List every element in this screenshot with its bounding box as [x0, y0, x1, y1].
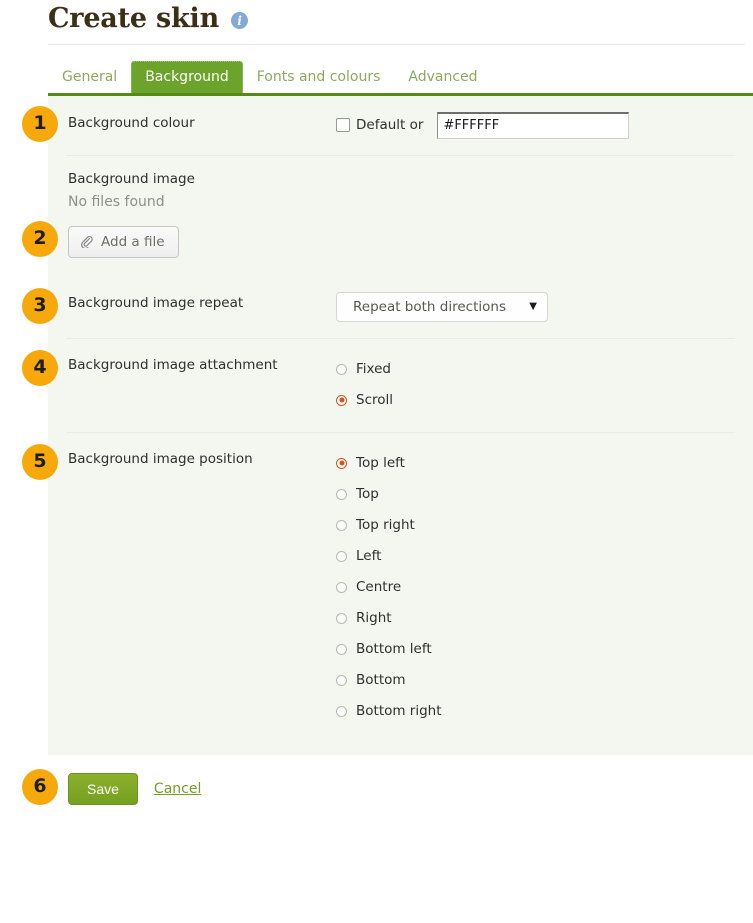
row-background-image-position: 5 Background image position Top left Top…: [48, 432, 753, 749]
radio-icon: [336, 520, 347, 531]
radio-label: Top left: [356, 455, 405, 471]
radio-icon: [336, 582, 347, 593]
default-colour-checkbox[interactable]: [336, 118, 350, 132]
info-icon[interactable]: i: [231, 12, 248, 29]
radio-position-top[interactable]: Top: [336, 479, 745, 510]
default-colour-label: Default or: [356, 117, 423, 133]
tab-fonts-and-colours[interactable]: Fonts and colours: [243, 61, 395, 93]
row-background-image: 2 Background image No files found Add a …: [48, 155, 753, 276]
tab-general[interactable]: General: [48, 61, 131, 93]
page-header: Create skin i: [0, 0, 753, 44]
radio-icon: [336, 489, 347, 500]
radio-icon: [336, 675, 347, 686]
callout-badge-4: 4: [22, 350, 58, 386]
radio-label: Top: [356, 486, 379, 502]
row-background-image-attachment: 4 Background image attachment Fixed Scro…: [48, 338, 753, 432]
radio-label: Bottom right: [356, 703, 442, 719]
callout-badge-1: 1: [22, 106, 58, 142]
radio-label: Bottom: [356, 672, 406, 688]
callout-badge-3: 3: [22, 288, 58, 324]
radio-label: Left: [356, 548, 381, 564]
field-background-image-repeat: Repeat both directions ▼: [336, 292, 745, 322]
radio-label: Bottom left: [356, 641, 432, 657]
radio-attachment-scroll[interactable]: Scroll: [336, 385, 745, 416]
radio-label: Centre: [356, 579, 401, 595]
radio-icon-selected: [336, 458, 347, 469]
radio-icon: [336, 644, 347, 655]
add-a-file-label: Add a file: [101, 234, 165, 250]
chevron-down-icon: ▼: [529, 301, 537, 312]
radio-position-bottom-right[interactable]: Bottom right: [336, 696, 745, 727]
radio-position-top-left[interactable]: Top left: [336, 448, 745, 479]
background-image-repeat-value: Repeat both directions: [353, 299, 506, 315]
radio-icon-selected: [336, 395, 347, 406]
no-files-found-text: No files found: [68, 194, 745, 210]
radio-icon: [336, 613, 347, 624]
radio-icon: [336, 364, 347, 375]
radio-position-centre[interactable]: Centre: [336, 572, 745, 603]
attachment-radio-group: Fixed Scroll: [336, 354, 745, 416]
radio-position-top-right[interactable]: Top right: [336, 510, 745, 541]
paperclip-icon: [80, 235, 93, 248]
radio-label: Scroll: [356, 392, 393, 408]
radio-label: Fixed: [356, 361, 391, 377]
tab-bar: General Background Fonts and colours Adv…: [48, 45, 753, 96]
background-colour-input[interactable]: [437, 112, 629, 139]
radio-attachment-fixed[interactable]: Fixed: [336, 354, 745, 385]
tab-background[interactable]: Background: [131, 61, 243, 93]
row-background-colour: 1 Background colour Default or: [48, 96, 753, 155]
label-background-image-position: Background image position: [68, 448, 336, 468]
field-background-image-position: Top left Top Top right Left Centre: [336, 448, 745, 727]
label-background-image-attachment: Background image attachment: [68, 354, 336, 374]
radio-icon: [336, 551, 347, 562]
background-image-repeat-select[interactable]: Repeat both directions ▼: [336, 292, 548, 322]
radio-position-right[interactable]: Right: [336, 603, 745, 634]
label-background-colour: Background colour: [68, 112, 336, 132]
field-background-colour: Default or: [336, 112, 745, 139]
callout-badge-5: 5: [22, 444, 58, 480]
row-background-image-repeat: 3 Background image repeat Repeat both di…: [48, 276, 753, 338]
radio-position-bottom[interactable]: Bottom: [336, 665, 745, 696]
form-actions: 6 Save Cancel: [48, 755, 753, 805]
callout-badge-6: 6: [22, 769, 58, 805]
field-background-image-attachment: Fixed Scroll: [336, 354, 745, 416]
save-button[interactable]: Save: [68, 773, 138, 805]
radio-label: Right: [356, 610, 392, 626]
callout-badge-2: 2: [22, 221, 58, 257]
add-a-file-button[interactable]: Add a file: [68, 226, 179, 258]
page-title: Create skin: [48, 4, 219, 34]
radio-position-left[interactable]: Left: [336, 541, 745, 572]
cancel-link[interactable]: Cancel: [154, 781, 201, 797]
position-radio-group: Top left Top Top right Left Centre: [336, 448, 745, 727]
radio-label: Top right: [356, 517, 415, 533]
label-background-image: Background image: [68, 171, 745, 187]
radio-position-bottom-left[interactable]: Bottom left: [336, 634, 745, 665]
tab-advanced[interactable]: Advanced: [394, 61, 491, 93]
label-background-image-repeat: Background image repeat: [68, 292, 336, 312]
radio-icon: [336, 706, 347, 717]
background-settings-panel: 1 Background colour Default or 2 Backgro…: [48, 96, 753, 755]
